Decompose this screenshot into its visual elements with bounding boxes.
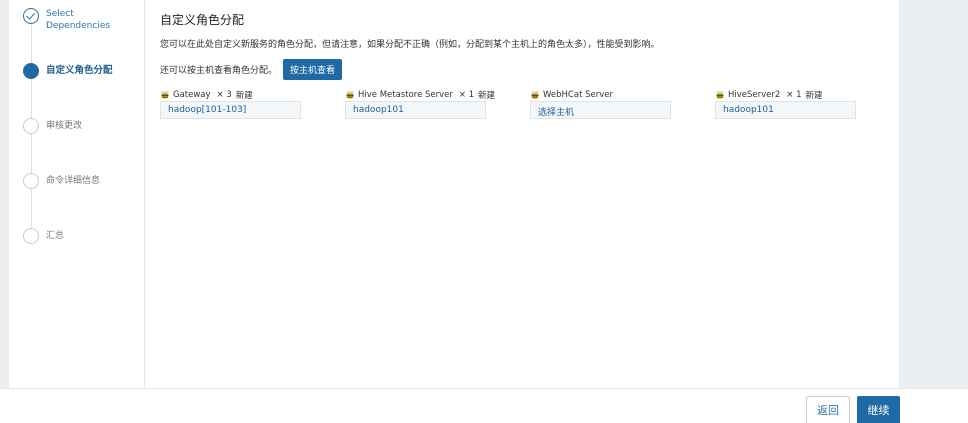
host-selector[interactable]: hadoop101 [715,101,856,119]
role-name: Hive Metastore Server [358,90,453,100]
step-connector [31,134,32,174]
role-name: HiveServer2 [728,90,781,100]
step-select-dependencies[interactable]: Select Dependencies [23,8,126,32]
hive-bee-icon [716,91,724,99]
host-selector[interactable]: 选择主机 [530,101,671,119]
step-connector [31,189,32,229]
host-selector[interactable]: hadoop[101-103] [160,101,301,119]
page-title: 自定义角色分配 [160,13,245,27]
step-label: 自定义角色分配 [46,65,113,76]
right-gutter [899,0,968,388]
continue-button[interactable]: 继续 [857,396,900,423]
role-count: × 1 [786,90,802,100]
new-badge: 新建 [805,91,823,101]
left-gutter [0,0,9,388]
step-pending-indicator [23,228,39,244]
step-custom-role-assignment: 自定义角色分配 [23,63,126,79]
step-review-changes: 审核更改 [23,118,126,134]
step-summary: 汇总 [23,228,126,244]
role-name: Gateway [173,90,211,100]
hive-bee-icon [346,91,354,99]
role-hiveserver2: HiveServer2 × 1 新建 hadoop101 [715,89,856,119]
page-description: 您可以在此处自定义新服务的角色分配，但请注意，如果分配不正确（例如，分配到某个主… [160,40,660,50]
hive-bee-icon [531,91,539,99]
step-command-details: 命令详细信息 [23,173,126,189]
step-label: 汇总 [46,231,65,241]
new-badge: 新建 [235,91,253,101]
step-label[interactable]: Select Dependencies [46,8,126,32]
step-pending-indicator [23,173,39,189]
host-view-row: 还可以按主机查看角色分配。 按主机查看 [160,59,343,80]
hive-bee-icon [161,91,169,99]
role-hive-metastore-server: Hive Metastore Server × 1 新建 hadoop101 [345,89,495,119]
host-selector[interactable]: hadoop101 [345,101,486,119]
step-pending-indicator [23,118,39,134]
wizard-steps-sidebar: Select Dependencies 自定义角色分配 审核更改 命令详细信息 … [9,0,145,388]
step-label: 命令详细信息 [46,176,101,186]
back-button[interactable]: 返回 [806,396,850,423]
new-badge: 新建 [478,91,496,101]
step-connector [31,79,32,119]
role-name: WebHCat Server [543,90,613,100]
role-count: × 1 [458,90,475,100]
role-count: × 3 [216,90,232,100]
host-view-text: 还可以按主机查看角色分配。 [160,66,278,76]
main-panel: 自定义角色分配 您可以在此处自定义新服务的角色分配，但请注意，如果分配不正确（例… [146,0,899,388]
checkmark-icon [23,8,39,24]
role-webhcat-server: WebHCat Server 选择主机 [530,89,671,119]
step-active-indicator [23,63,39,79]
view-by-host-button[interactable]: 按主机查看 [283,59,343,80]
role-gateway: Gateway × 3 新建 hadoop[101-103] [160,89,301,119]
step-label: 审核更改 [46,121,83,131]
